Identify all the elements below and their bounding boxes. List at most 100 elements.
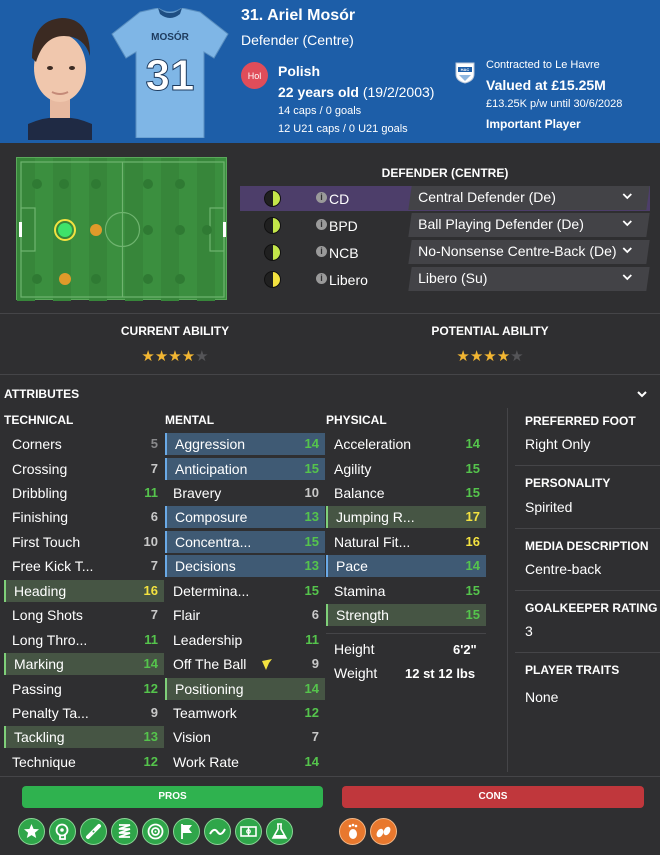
nation-badge-icon[interactable]: Hol — [241, 62, 268, 89]
star-icon: ★ — [154, 348, 169, 365]
attribute-value: 14 — [465, 436, 480, 451]
attribute-row[interactable]: Acceleration 14 — [326, 433, 486, 455]
attribute-row[interactable]: Heading 16 — [4, 580, 164, 602]
info-icon[interactable]: i — [316, 192, 327, 203]
attribute-row[interactable]: Off The Ball 9 — [165, 653, 325, 675]
cons-header: CONS — [342, 786, 644, 808]
attribute-row[interactable]: Technique 12 — [4, 751, 164, 773]
attribute-row[interactable]: Flair 6 — [165, 604, 325, 626]
attribute-row[interactable]: Vision 7 — [165, 726, 325, 748]
attribute-row[interactable]: Balance 15 — [326, 482, 486, 504]
attribute-row[interactable]: Strength 15 — [326, 604, 486, 626]
chevron-down-icon[interactable] — [636, 388, 648, 400]
attribute-row[interactable]: Pace 14 — [326, 555, 486, 577]
personality-label: PERSONALITY — [525, 476, 611, 490]
bandage-icon[interactable] — [80, 818, 107, 845]
attribute-row[interactable]: Penalty Ta... 9 — [4, 702, 164, 724]
role-dropdown-value: Central Defender (De) — [418, 189, 556, 205]
player-photo — [18, 6, 102, 140]
attribute-row[interactable]: Bravery 10 — [165, 482, 325, 504]
height-label: Height — [334, 641, 375, 657]
attribute-row[interactable]: Jumping R... 17 — [326, 506, 486, 528]
contract-club[interactable]: Contracted to Le Havre — [486, 59, 600, 71]
player-header: MOSÓR 31 31. Ariel Mosór Defender (Centr… — [0, 0, 660, 143]
attribute-row[interactable]: Tackling 13 — [4, 726, 164, 748]
attribute-row[interactable]: Anticipation 15 — [165, 458, 325, 480]
attribute-row[interactable]: Natural Fit... 16 — [326, 531, 486, 553]
role-row-ncb[interactable]: i NCB No-Nonsense Centre-Back (De) — [240, 240, 650, 265]
target-icon[interactable] — [142, 818, 169, 845]
role-row-libero[interactable]: i Libero Libero (Su) — [240, 267, 650, 292]
attribute-value: 9 — [150, 705, 158, 720]
role-code: Libero — [329, 272, 368, 288]
attribute-row[interactable]: Crossing 7 — [4, 458, 164, 480]
attribute-row[interactable]: Concentra... 15 — [165, 531, 325, 553]
shirt-name-text: MOSÓR — [151, 30, 190, 43]
role-section-title: DEFENDER (CENTRE) — [381, 166, 509, 180]
weight-label: Weight — [334, 665, 378, 681]
role-suitability-icon — [264, 271, 281, 288]
attribute-row[interactable]: Free Kick T... 7 — [4, 555, 164, 577]
info-icon[interactable]: i — [316, 246, 327, 257]
current-ability-label: CURRENT ABILITY — [120, 324, 230, 338]
attribute-row[interactable]: Agility 15 — [326, 458, 486, 480]
attribute-name: Crossing — [12, 461, 68, 477]
personality-value[interactable]: Spirited — [525, 499, 572, 515]
role-dropdown[interactable]: No-Nonsense Centre-Back (De) — [408, 240, 650, 264]
wave-icon[interactable] — [204, 818, 231, 845]
nationality[interactable]: Polish — [278, 63, 320, 79]
attribute-name: Marking — [14, 656, 64, 672]
attribute-row[interactable]: Marking 14 — [4, 653, 164, 675]
attribute-name: Stamina — [334, 583, 386, 599]
feet-icon[interactable] — [370, 818, 397, 845]
role-row-bpd[interactable]: i BPD Ball Playing Defender (De) — [240, 213, 650, 238]
pitch-icon[interactable] — [235, 818, 262, 845]
role-dropdown[interactable]: Libero (Su) — [408, 267, 650, 291]
attribute-row[interactable]: Finishing 6 — [4, 506, 164, 528]
info-icon[interactable]: i — [316, 219, 327, 230]
attribute-row[interactable]: Positioning 14 — [165, 678, 325, 700]
star-icon[interactable] — [18, 818, 45, 845]
attribute-row[interactable]: Stamina 15 — [326, 580, 486, 602]
attribute-value: 14 — [465, 558, 480, 573]
foot-icon[interactable] — [339, 818, 366, 845]
attribute-row[interactable]: Determina... 15 — [165, 580, 325, 602]
media-description-label: MEDIA DESCRIPTION — [525, 539, 649, 553]
role-code: CD — [329, 191, 350, 207]
flag-icon[interactable] — [173, 818, 200, 845]
shirt-image: MOSÓR 31 — [110, 7, 230, 139]
role-suitability-icon — [264, 244, 281, 261]
attribute-value: 6 — [150, 509, 158, 524]
player-traits-label: PLAYER TRAITS — [525, 663, 620, 677]
brain-icon[interactable] — [49, 818, 76, 845]
attribute-row[interactable]: Composure 13 — [165, 506, 325, 528]
attribute-row[interactable]: Dribbling 11 — [4, 482, 164, 504]
attribute-name: Anticipation — [175, 461, 248, 477]
role-dropdown-value: No-Nonsense Centre-Back (De) — [418, 243, 617, 259]
physical-heading: PHYSICAL — [326, 413, 387, 427]
attribute-row[interactable]: Aggression 14 — [165, 433, 325, 455]
attribute-row[interactable]: Decisions 13 — [165, 555, 325, 577]
flask-icon[interactable] — [266, 818, 293, 845]
attribute-row[interactable]: Passing 12 — [4, 678, 164, 700]
player-position: Defender (Centre) — [241, 32, 354, 48]
attribute-row[interactable]: Leadership 11 — [165, 629, 325, 651]
star-empty-icon: ★ — [195, 348, 209, 365]
divider — [515, 528, 660, 529]
star-icon: ★ — [496, 348, 511, 365]
club-badge-icon[interactable]: HAC — [455, 62, 475, 84]
role-dropdown[interactable]: Central Defender (De) — [408, 186, 650, 210]
attribute-row[interactable]: Corners 5 — [4, 433, 164, 455]
attribute-row[interactable]: First Touch 10 — [4, 531, 164, 553]
attribute-row[interactable]: Long Shots 7 — [4, 604, 164, 626]
attribute-row[interactable]: Long Thro... 11 — [4, 629, 164, 651]
attribute-value: 6 — [311, 607, 319, 622]
attribute-name: Vision — [173, 729, 211, 745]
info-icon[interactable]: i — [316, 273, 327, 284]
role-dropdown[interactable]: Ball Playing Defender (De) — [408, 213, 650, 237]
attribute-row[interactable]: Work Rate 14 — [165, 751, 325, 773]
attribute-row[interactable]: Teamwork 12 — [165, 702, 325, 724]
spring-icon[interactable] — [111, 818, 138, 845]
role-row-cd[interactable]: i CD Central Defender (De) — [240, 186, 650, 211]
star-icon: ★ — [456, 348, 470, 365]
